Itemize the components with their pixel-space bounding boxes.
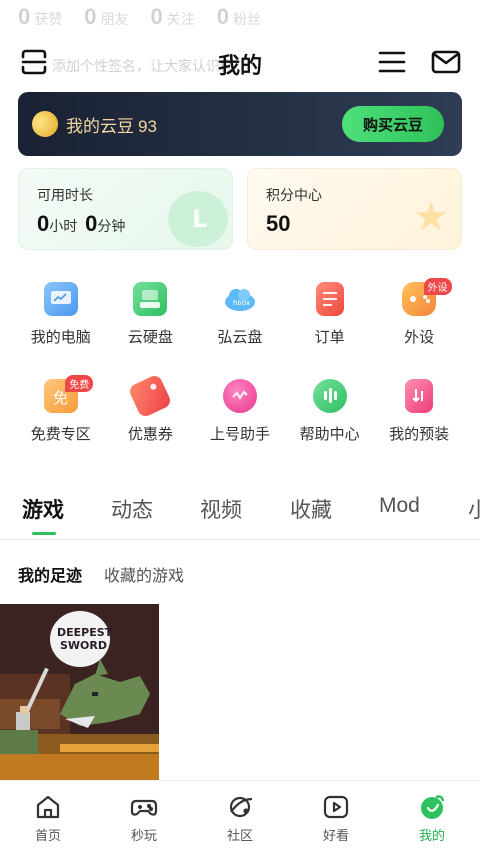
stat-label: 关注 <box>166 11 195 27</box>
page-title: 我的 <box>217 53 262 78</box>
grid-item-coupon[interactable]: 优惠券 <box>106 373 196 444</box>
active-tab-indicator <box>32 532 56 535</box>
stat-number: 0 <box>84 4 97 29</box>
stat-label: 粉丝 <box>233 11 261 27</box>
game-thumbnail-deepest-sword[interactable]: DEEPEST SWORD <box>0 604 159 780</box>
grid-label: 我的电脑 <box>30 329 91 346</box>
nav-community[interactable]: 社区 <box>192 781 288 853</box>
grid-item-my-preinstall[interactable]: 我的预装 <box>374 379 464 444</box>
nav-watch[interactable]: 好看 <box>288 781 384 853</box>
subtab-favorite-games[interactable]: 收藏的游戏 <box>104 562 184 586</box>
buy-beans-button[interactable]: 购买云豆 <box>342 106 444 142</box>
grid-label: 帮助中心 <box>299 426 360 443</box>
top-header: 我的 <box>0 40 480 84</box>
grid-label: 云硬盘 <box>127 329 173 346</box>
community-icon <box>229 796 253 818</box>
bean-value: 93 <box>138 116 157 136</box>
tab-games[interactable]: 游戏 <box>22 494 64 524</box>
profile-stats: 0 获赞 0 朋友 0 关注 0 粉丝 <box>18 4 261 30</box>
star-icon: ★ <box>413 195 449 239</box>
grid-item-cloud-disk[interactable]: 云硬盘 <box>106 282 196 347</box>
order-icon <box>315 282 344 316</box>
bottom-nav: 首页 秒玩 社区 好看 我的 <box>0 780 480 853</box>
nav-instant-play[interactable]: 秒玩 <box>96 781 192 853</box>
hong-cloud-icon: hbox <box>223 282 257 316</box>
stat-number: 0 <box>150 4 163 29</box>
grid-label: 上号助手 <box>209 426 270 443</box>
nav-label: 社区 <box>226 828 253 843</box>
grid-item-hong-cloud[interactable]: hbox 弘云盘 <box>195 282 285 347</box>
tab-favorites[interactable]: 收藏 <box>290 494 332 524</box>
points-center-card[interactable]: ★ 积分中心 50 <box>247 168 462 250</box>
tab-mod[interactable]: Mod <box>379 494 420 518</box>
clock-icon <box>168 191 228 247</box>
mail-icon[interactable] <box>430 46 462 78</box>
bean-label: 我的云豆 <box>66 116 134 136</box>
bean-coin-icon <box>28 107 62 141</box>
available-time-card[interactable]: 可用时长 0小时 0分钟 <box>18 168 233 250</box>
grid-item-help-center[interactable]: 帮助中心 <box>285 379 375 444</box>
nav-label: 好看 <box>322 828 349 843</box>
nav-home[interactable]: 首页 <box>0 781 96 853</box>
peripherals-badge: 外设 <box>423 278 452 295</box>
stat-following[interactable]: 0 关注 <box>151 4 195 30</box>
game-cover-art: DEEPEST SWORD <box>0 604 159 780</box>
stat-fans[interactable]: 0 粉丝 <box>217 4 261 30</box>
minutes-value: 0 <box>85 211 98 236</box>
hours-unit: 小时 <box>49 218 78 234</box>
coupon-icon <box>127 373 173 419</box>
me-icon <box>421 795 445 819</box>
grid-item-peripherals[interactable]: 外设 外设 <box>374 278 464 347</box>
svg-text:hbox: hbox <box>233 299 250 307</box>
grid-label: 我的预装 <box>389 426 450 443</box>
stat-friends[interactable]: 0 朋友 <box>84 4 128 30</box>
game-title-line1: DEEPEST <box>57 626 113 639</box>
login-helper-icon <box>222 379 257 413</box>
grid-label: 优惠券 <box>127 426 173 443</box>
subtab-my-footprints[interactable]: 我的足迹 <box>18 562 82 586</box>
grid-item-login-helper[interactable]: 上号助手 <box>195 379 285 444</box>
computer-icon <box>43 282 78 316</box>
video-play-icon <box>323 795 349 819</box>
game-title-line2: SWORD <box>60 639 107 652</box>
cloud-bean-card[interactable]: 我的云豆 93 购买云豆 <box>18 92 462 156</box>
tab-more[interactable]: 小 <box>468 494 480 524</box>
grid-label: 外设 <box>404 329 435 346</box>
preinstall-icon <box>405 379 434 413</box>
grid-item-free-zone[interactable]: 免 免费 免费专区 <box>16 375 106 444</box>
bean-balance: 我的云豆 93 <box>66 112 157 137</box>
grid-item-order[interactable]: 订单 <box>285 282 375 347</box>
nav-me[interactable]: 我的 <box>384 781 480 853</box>
help-robot-icon <box>312 379 347 413</box>
grid-item-my-computer[interactable]: 我的电脑 <box>16 282 106 347</box>
nav-label: 我的 <box>418 828 445 843</box>
cloud-disk-icon <box>133 282 168 316</box>
stat-label: 朋友 <box>100 11 129 27</box>
home-icon <box>36 795 60 819</box>
tab-videos[interactable]: 视频 <box>200 494 242 524</box>
content-tabs: 游戏 动态 视频 收藏 Mod 小 <box>0 490 480 540</box>
stat-number: 0 <box>216 4 229 29</box>
stat-number: 0 <box>18 4 31 29</box>
minutes-unit: 分钟 <box>97 218 126 234</box>
stat-likes[interactable]: 0 获赞 <box>18 4 62 30</box>
nav-label: 秒玩 <box>130 828 157 843</box>
hours-value: 0 <box>37 211 50 236</box>
grid-label: 免费专区 <box>30 426 91 443</box>
function-grid: 我的电脑 云硬盘 hbox 弘云盘 订单 外设 外设 免 免费 免费专区 优惠券… <box>16 278 464 444</box>
tab-activity[interactable]: 动态 <box>111 494 153 524</box>
nav-label: 首页 <box>34 828 61 843</box>
grid-label: 弘云盘 <box>217 329 263 346</box>
free-badge: 免费 <box>65 375 94 392</box>
gamepad-nav-icon <box>130 799 158 816</box>
grid-label: 订单 <box>314 329 345 346</box>
stat-label: 获赞 <box>34 11 63 27</box>
points-value: 50 <box>266 211 291 236</box>
menu-icon[interactable] <box>376 46 408 78</box>
sub-tabs: 我的足迹 收藏的游戏 <box>18 562 184 586</box>
